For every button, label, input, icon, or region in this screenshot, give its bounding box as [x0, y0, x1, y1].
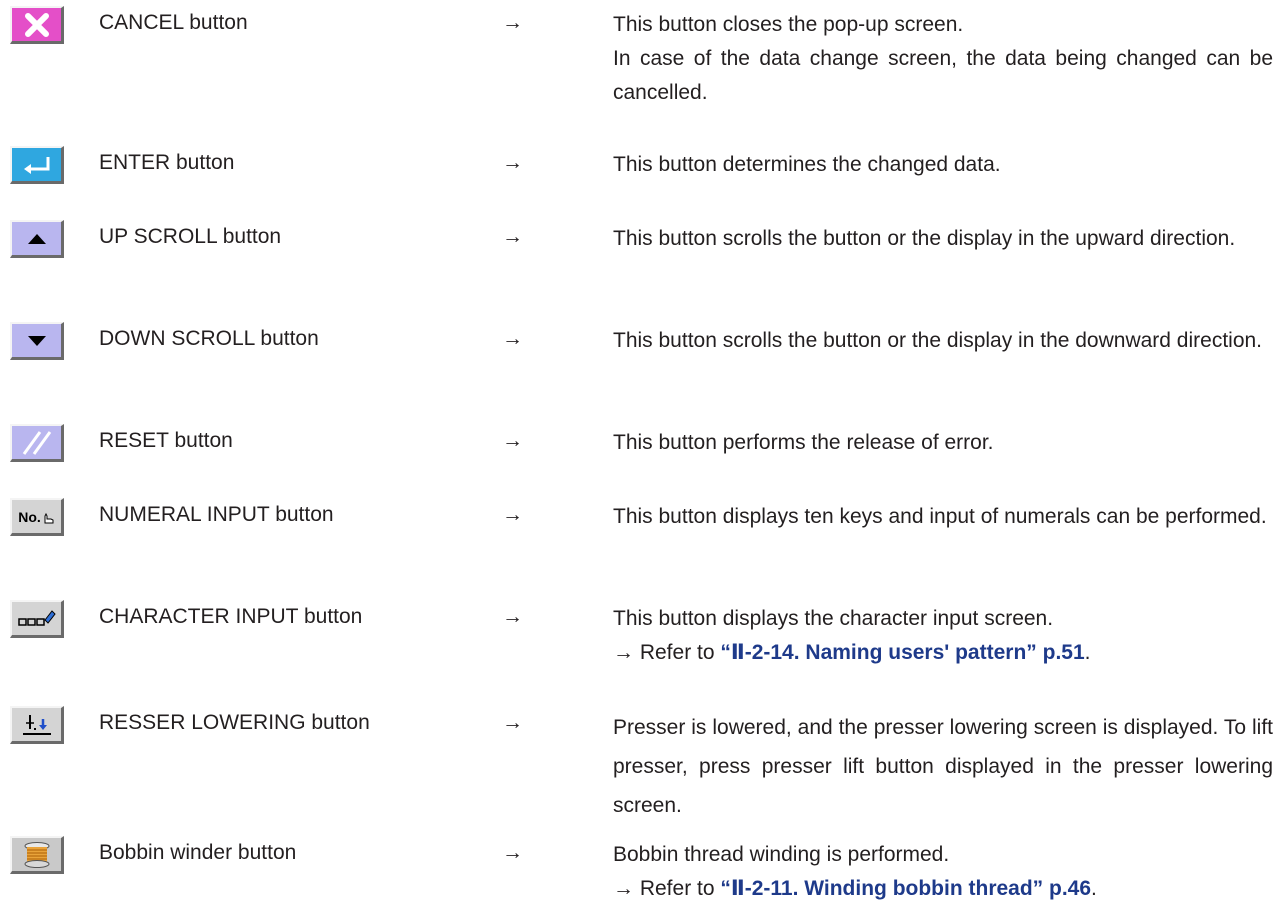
arrow-icon: → [502, 11, 523, 34]
description: This button displays the character input… [613, 602, 1273, 670]
description: This button performs the release of erro… [613, 426, 1273, 460]
presser-lowering-icon [21, 713, 53, 737]
description: This button scrolls the button or the di… [613, 222, 1273, 256]
character-input-button[interactable] [10, 600, 64, 638]
description-line: This button displays ten keys and input … [613, 505, 1267, 528]
button-name: Bobbin winder button [99, 841, 297, 864]
description: This button closes the pop-up screen. In… [613, 8, 1273, 110]
enter-button[interactable] [10, 146, 64, 184]
reference: → Refer to “Ⅱ-2-14. Naming users' patter… [613, 636, 1273, 670]
up-triangle-icon [27, 233, 47, 245]
arrow-icon: → [502, 503, 523, 526]
description-line: This button scrolls the button or the di… [613, 329, 1263, 352]
character-input-pencil-icon [17, 608, 57, 630]
description: Bobbin thread winding is performed. → Re… [613, 838, 1273, 906]
arrow-icon: → [502, 327, 523, 350]
button-name: UP SCROLL button [99, 225, 282, 248]
arrow-icon: → [502, 151, 523, 174]
arrow-icon: → [502, 841, 523, 864]
arrow-icon: → [502, 711, 523, 734]
arrow-icon: → [502, 429, 523, 452]
description-line: This button determines the changed data. [613, 153, 1001, 176]
reference-prefix: → Refer to [613, 877, 721, 900]
enter-return-icon [21, 154, 53, 176]
reference-link[interactable]: “Ⅱ-2-14. Naming users' pattern” p.51 [720, 641, 1084, 664]
description-line: This button scrolls the button or the di… [613, 227, 1236, 250]
button-name: CHARACTER INPUT button [99, 605, 363, 628]
button-name: RESET button [99, 429, 233, 452]
button-name: ENTER button [99, 151, 235, 174]
button-name: DOWN SCROLL button [99, 327, 319, 350]
description-line: Bobbin thread winding is performed. [613, 843, 950, 866]
description-line: This button performs the release of erro… [613, 431, 994, 454]
down-triangle-icon [27, 335, 47, 347]
reference: → Refer to “Ⅱ-2-11. Winding bobbin threa… [613, 872, 1273, 906]
button-name: RESSER LOWERING button [99, 711, 370, 734]
presser-lowering-button[interactable] [10, 706, 64, 744]
description-line: This button displays the character input… [613, 607, 1054, 630]
description: This button scrolls the button or the di… [613, 324, 1273, 358]
reset-button[interactable] [10, 424, 64, 462]
description-line: In case of the data change screen, the d… [613, 47, 1273, 104]
description-line: Presser is lowered, and the presser lowe… [613, 716, 1273, 817]
bobbin-winder-icon [22, 841, 52, 869]
cancel-button[interactable] [10, 6, 64, 44]
down-scroll-button[interactable] [10, 322, 64, 360]
button-name: NUMERAL INPUT button [99, 503, 334, 526]
cancel-x-icon [24, 12, 50, 38]
reset-slash-icon [20, 430, 54, 456]
numeral-input-icon-text: No. [18, 508, 41, 525]
numeral-input-icon: No. [18, 509, 55, 525]
up-scroll-button[interactable] [10, 220, 64, 258]
description: Presser is lowered, and the presser lowe… [613, 708, 1273, 825]
arrow-icon: → [502, 605, 523, 628]
description: This button displays ten keys and input … [613, 500, 1273, 534]
button-name: CANCEL button [99, 11, 248, 34]
arrow-icon: → [502, 225, 523, 248]
reference-prefix: → Refer to [613, 641, 721, 664]
reference-link[interactable]: “Ⅱ-2-11. Winding bobbin thread” p.46 [720, 877, 1091, 900]
numeral-input-button[interactable]: No. [10, 498, 64, 536]
reference-suffix: . [1091, 877, 1097, 900]
reference-suffix: . [1084, 641, 1091, 664]
description: This button determines the changed data. [613, 148, 1273, 182]
bobbin-winder-button[interactable] [10, 836, 64, 874]
description-line: This button closes the pop-up screen. [613, 13, 964, 36]
